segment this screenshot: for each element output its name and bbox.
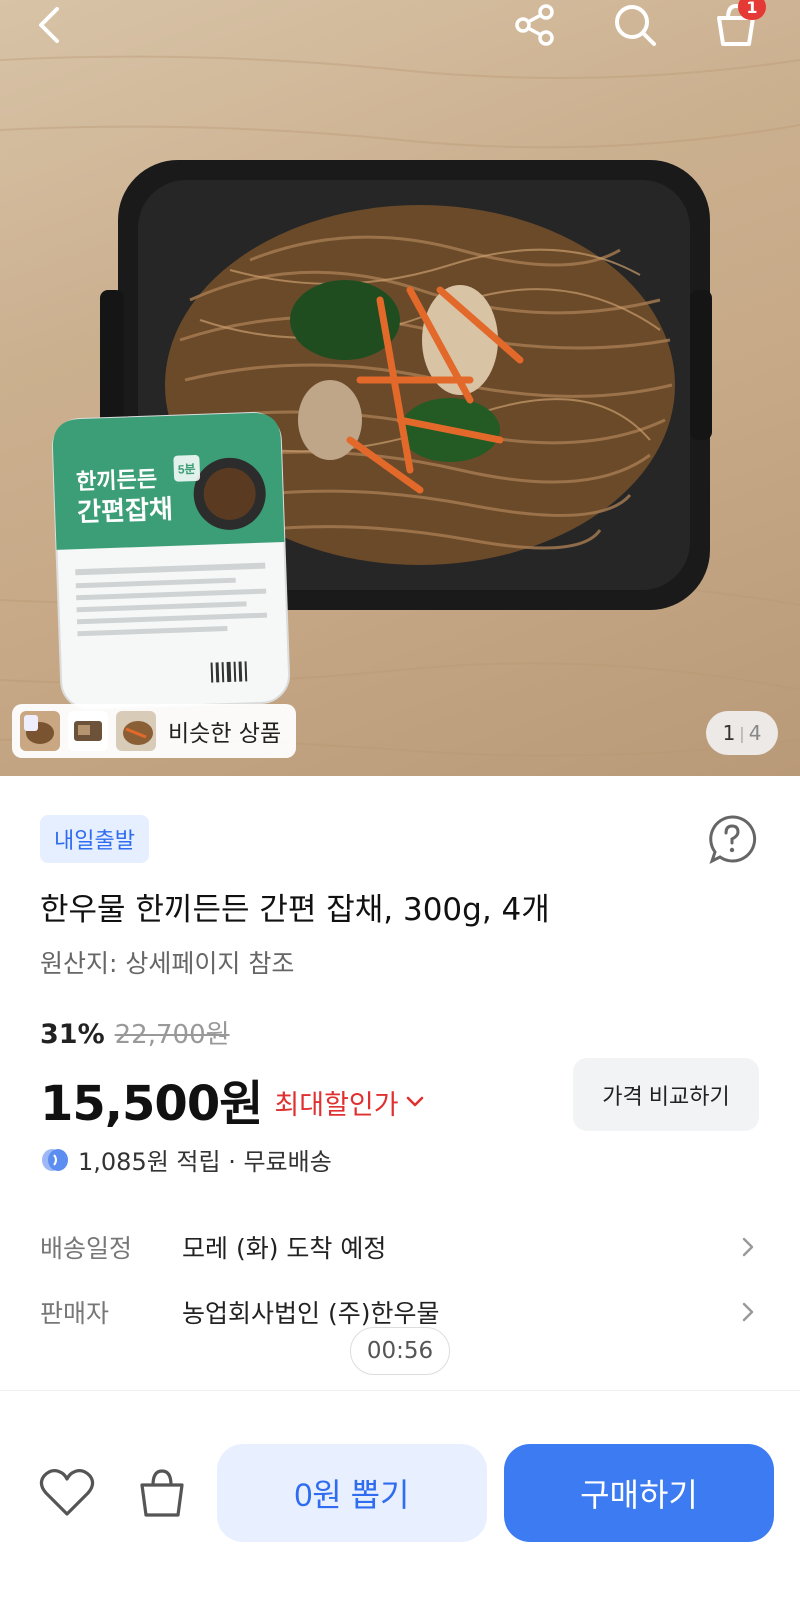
back-button[interactable] bbox=[20, 0, 80, 50]
delivery-badge: 내일출발 bbox=[40, 815, 149, 863]
discount-percent: 31% bbox=[40, 1019, 105, 1050]
product-image-gallery[interactable]: 한끼든든 간편잡채 5분 1 비슷한 상품 1 | 4 bbox=[0, 0, 800, 776]
pager-total: 4 bbox=[748, 721, 762, 745]
shopping-bag-icon bbox=[140, 1469, 184, 1517]
discount-row: 31% 22,700원 bbox=[40, 1014, 230, 1051]
shipping-schedule-row[interactable]: 배송일정 모레 (화) 도착 예정 bbox=[40, 1227, 760, 1267]
buy-button[interactable]: 구매하기 bbox=[504, 1444, 774, 1542]
price-row: 15,500원 최대할인가 bbox=[40, 1064, 425, 1134]
pager-current: 1 bbox=[722, 721, 736, 745]
similar-products-button[interactable]: 비슷한 상품 bbox=[12, 704, 296, 758]
reward-row: 1,085원 적립 · 무료배송 bbox=[40, 1142, 332, 1177]
max-discount-label: 최대할인가 bbox=[274, 1089, 399, 1121]
product-title: 한우물 한끼든든 간편 잡채, 300g, 4개 bbox=[40, 892, 550, 928]
heart-icon bbox=[39, 1469, 95, 1516]
add-to-cart-button[interactable] bbox=[130, 1460, 194, 1524]
reward-text: 1,085원 적립 · 무료배송 bbox=[78, 1148, 332, 1176]
shipping-schedule-value: 모레 (화) 도착 예정 bbox=[182, 1234, 387, 1263]
similar-thumb bbox=[20, 711, 60, 751]
share-button[interactable] bbox=[505, 0, 565, 50]
question-bubble-icon bbox=[709, 815, 757, 864]
qa-button[interactable] bbox=[706, 813, 758, 865]
chevron-right-icon bbox=[742, 1237, 754, 1257]
search-icon bbox=[615, 5, 656, 46]
seller-value: 농업회사법인 (주)한우물 bbox=[182, 1299, 440, 1328]
chevron-left-icon bbox=[39, 7, 59, 43]
compare-price-button[interactable]: 가격 비교하기 bbox=[573, 1058, 759, 1131]
shipping-schedule-label: 배송일정 bbox=[40, 1234, 133, 1263]
pager-separator: | bbox=[739, 723, 745, 743]
divider bbox=[0, 1390, 800, 1391]
product-origin: 원산지: 상세페이지 참조 bbox=[40, 949, 295, 978]
package-minutes-text: 5분 bbox=[178, 462, 196, 477]
similar-thumb bbox=[68, 711, 108, 751]
package-name-text: 간편잡채 bbox=[77, 494, 174, 527]
reward-cash-icon bbox=[42, 1148, 68, 1171]
wishlist-button[interactable] bbox=[35, 1460, 99, 1524]
image-pager: 1 | 4 bbox=[706, 711, 778, 755]
search-button[interactable] bbox=[605, 0, 665, 50]
package-brand-text: 한끼든든 bbox=[76, 466, 158, 494]
chevron-right-icon bbox=[742, 1302, 754, 1322]
cart-count-badge: 1 bbox=[738, 0, 766, 20]
share-icon bbox=[515, 4, 554, 46]
sale-price: 15,500원 bbox=[40, 1076, 263, 1132]
seller-row[interactable]: 판매자 농업회사법인 (주)한우물 bbox=[40, 1292, 760, 1332]
timer-pill: 00:56 bbox=[350, 1327, 450, 1375]
similar-thumb bbox=[116, 711, 156, 751]
seller-label: 판매자 bbox=[40, 1299, 110, 1328]
max-discount-toggle[interactable]: 최대할인가 bbox=[274, 1083, 424, 1122]
zero-won-draw-button[interactable]: 0원 뽑기 bbox=[217, 1444, 487, 1542]
chevron-down-icon bbox=[406, 1096, 423, 1107]
product-photo: 한끼든든 간편잡채 5분 bbox=[0, 55, 800, 757]
original-price: 22,700원 bbox=[114, 1020, 230, 1050]
cart-button[interactable]: 1 bbox=[706, 0, 766, 50]
similar-products-label: 비슷한 상품 bbox=[168, 721, 282, 747]
